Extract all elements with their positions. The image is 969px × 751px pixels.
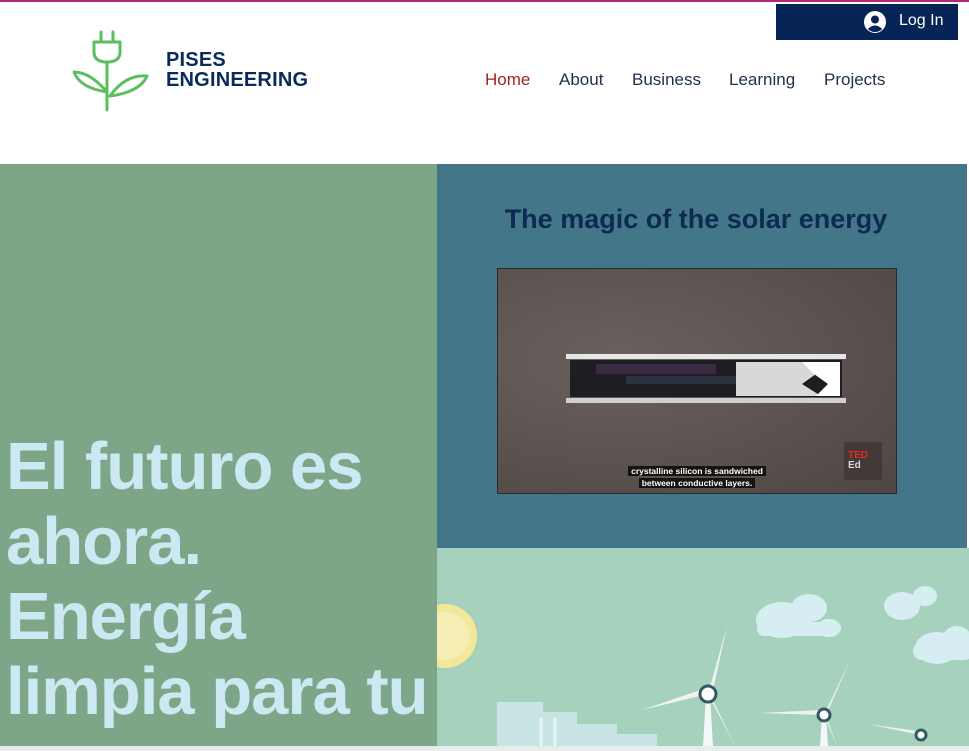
nav-item-projects[interactable]: Projects [824,70,885,90]
video-title: The magic of the solar energy [504,204,888,234]
user-circle-icon [864,11,886,33]
ted-ed-logo: TED Ed [844,442,882,480]
hero-panel: El futuro es ahora. Energía limpia para … [0,164,437,751]
video-caption-line1: crystalline silicon is sandwiched [628,466,766,476]
wind-turbine [867,698,959,746]
cloud-icon [884,586,969,664]
site-header: PISES ENGINEERING Log In Home About Busi… [0,2,969,164]
nav-item-business[interactable]: Business [632,70,701,90]
nav-item-about[interactable]: About [559,70,603,90]
wind-turbine [642,626,735,746]
login-label: Log In [899,12,944,29]
video-caption: crystalline silicon is sandwiched betwee… [498,465,896,489]
solar-cell-layers-image [566,354,846,403]
wind-turbine [760,658,851,746]
brand-name: PISES ENGINEERING [166,50,308,90]
video-player[interactable]: crystalline silicon is sandwiched betwee… [497,268,897,494]
brand-name-line1: PISES [166,49,226,71]
video-caption-line2: between conductive layers. [638,478,756,488]
hero-headline: El futuro es ahora. Energía limpia para … [6,429,429,729]
cloud-icon [756,594,841,638]
brand-name-line2: ENGINEERING [166,69,309,91]
nav-item-learning[interactable]: Learning [729,70,795,90]
wind-turbines-scene [437,586,969,746]
ed-logo-text: Ed [848,460,861,471]
video-section: The magic of the solar energy crystallin… [437,164,967,548]
buildings [497,702,657,746]
plug-plant-icon [72,30,149,112]
login-button[interactable]: Log In [776,4,958,40]
brand-logo[interactable]: PISES ENGINEERING [70,30,320,114]
wind-energy-illustration [437,548,969,746]
nav-item-home[interactable]: Home [485,70,530,90]
bottom-scroll-strip [0,746,969,751]
